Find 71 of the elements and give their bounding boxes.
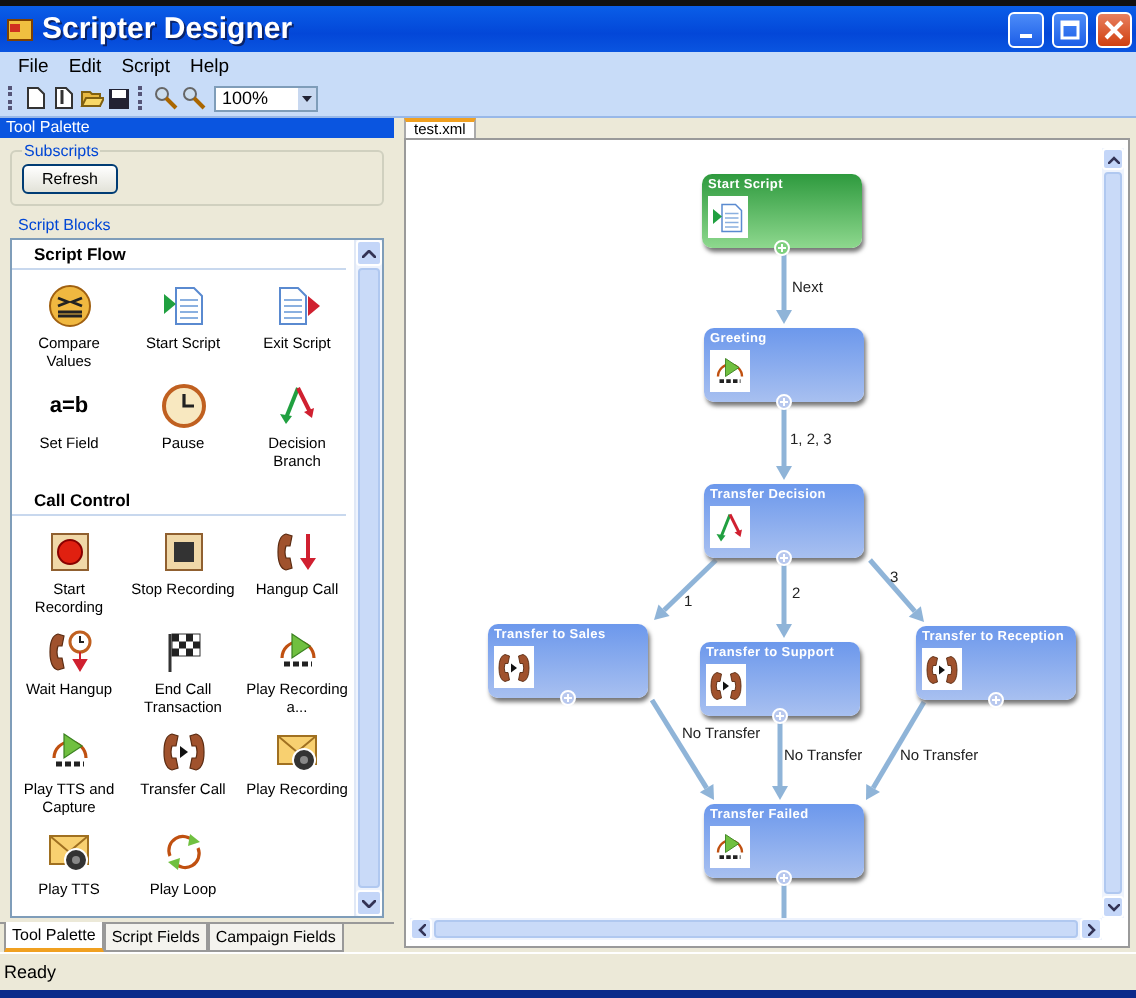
phones-icon bbox=[924, 651, 960, 687]
phone-clock-icon bbox=[45, 628, 93, 676]
save-icon[interactable] bbox=[108, 87, 130, 109]
zoom-in-icon[interactable] bbox=[153, 86, 177, 110]
chevron-down-icon bbox=[1107, 903, 1119, 911]
document-clip-icon[interactable] bbox=[53, 86, 73, 110]
close-icon bbox=[1104, 19, 1124, 39]
document-play-icon bbox=[710, 199, 746, 235]
chevron-up-icon bbox=[362, 249, 376, 257]
document-play-icon bbox=[159, 282, 207, 330]
chevron-left-icon bbox=[417, 923, 425, 935]
zoom-dropdown[interactable]: 100% bbox=[214, 85, 318, 111]
connector-arrow bbox=[654, 558, 718, 620]
menu-item[interactable]: Edit bbox=[58, 55, 112, 77]
clock-icon bbox=[159, 382, 207, 430]
caret-icon bbox=[302, 95, 312, 101]
minimize-button[interactable] bbox=[1008, 11, 1044, 47]
app-icon bbox=[6, 15, 34, 43]
horizontal-scrollbar[interactable] bbox=[410, 918, 1102, 940]
maximize-button[interactable] bbox=[1052, 11, 1088, 47]
zoom-out-icon[interactable] bbox=[181, 86, 205, 110]
connector-handle-icon[interactable] bbox=[560, 690, 576, 706]
branch-arrows-icon bbox=[712, 509, 748, 545]
new-document-icon[interactable] bbox=[25, 86, 45, 110]
phones-icon bbox=[496, 649, 532, 685]
phone-down-arrow-icon bbox=[273, 528, 321, 576]
window-title: Scripter Designer bbox=[42, 12, 295, 46]
group-label: Subscripts bbox=[22, 142, 101, 160]
record-icon bbox=[45, 528, 93, 576]
panel-tab[interactable]: Tool Palette bbox=[4, 922, 104, 952]
equation-glyph: a=b bbox=[49, 394, 89, 418]
stop-icon bbox=[159, 528, 207, 576]
status-text: Ready bbox=[4, 962, 57, 982]
connector-handle-icon[interactable] bbox=[988, 692, 1004, 708]
vertical-scrollbar[interactable] bbox=[1102, 148, 1124, 918]
vertical-scrollbar[interactable] bbox=[354, 240, 382, 916]
replay-arrow-icon bbox=[712, 829, 748, 865]
panel-header: Tool Palette bbox=[0, 118, 394, 138]
refresh-button[interactable]: Refresh bbox=[22, 164, 118, 194]
connector-arrow bbox=[776, 250, 792, 324]
minimize-icon bbox=[1020, 33, 1032, 37]
menu-item[interactable]: Script bbox=[111, 55, 180, 77]
chevron-down-icon bbox=[362, 899, 376, 907]
group-label: Script Blocks bbox=[18, 216, 113, 234]
connector-handle-icon[interactable] bbox=[774, 240, 790, 256]
chevron-right-icon bbox=[1087, 923, 1095, 935]
section-header: Script Flow bbox=[12, 240, 346, 270]
connector-arrow bbox=[772, 718, 788, 800]
connector-handle-icon[interactable] bbox=[776, 394, 792, 410]
document-arrow-icon bbox=[273, 282, 321, 330]
panel-tab[interactable]: Campaign Fields bbox=[207, 924, 344, 952]
connector-arrow bbox=[868, 558, 924, 622]
connector-arrow bbox=[776, 404, 792, 480]
connector-arrow bbox=[776, 560, 792, 638]
connector-handle-icon[interactable] bbox=[776, 550, 792, 566]
menu-item[interactable]: Help bbox=[179, 55, 240, 77]
connector-arrow bbox=[866, 700, 927, 800]
connector-handle-icon[interactable] bbox=[772, 708, 788, 724]
symbols-circle-icon bbox=[45, 282, 93, 330]
open-folder-icon[interactable] bbox=[79, 86, 103, 110]
connector-handle-icon[interactable] bbox=[776, 870, 792, 886]
panel-tab[interactable]: Script Fields bbox=[103, 924, 208, 952]
phones-icon bbox=[708, 667, 744, 703]
maximize-icon bbox=[1060, 19, 1080, 39]
chevron-up-icon bbox=[1107, 155, 1119, 163]
replay-arrow-icon bbox=[712, 353, 748, 389]
section-header: Call Control bbox=[12, 486, 346, 516]
close-button[interactable] bbox=[1096, 11, 1132, 47]
menu-item[interactable]: File bbox=[8, 55, 59, 77]
connector-line bbox=[781, 880, 787, 918]
phones-icon bbox=[159, 728, 207, 776]
